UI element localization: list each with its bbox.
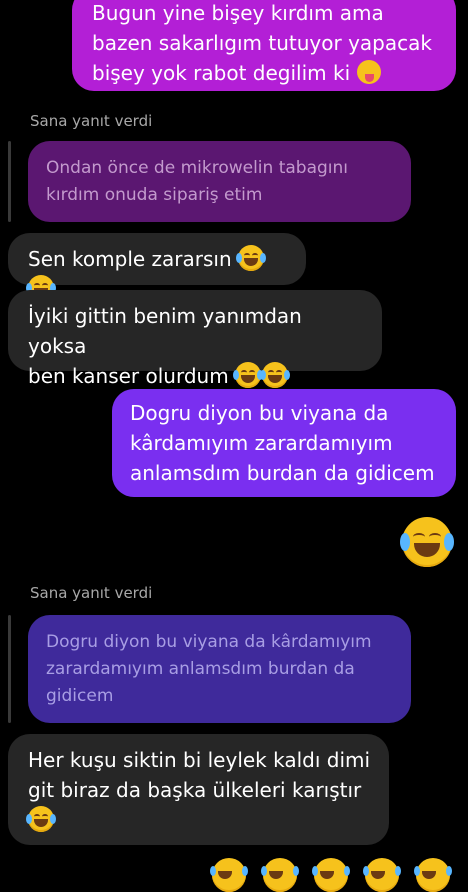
message-line: git biraz da başka ülkeleri karıştır [28,778,362,802]
reply-bar [8,615,11,723]
quote-line: Dogru diyon bu viyana da kârdamıyım [46,632,372,652]
outgoing-message[interactable]: Bugun yine bişey kırdım ama bazen sakarl… [72,0,456,91]
incoming-message[interactable]: İyiki gittin benim yanımdan yoksa ben ka… [8,290,382,388]
quote-line: kırdım onuda sipariş etim [46,185,263,205]
emoji-message[interactable] [400,517,454,567]
face-with-tears-of-joy-icon [363,858,401,892]
quote-line: zarardamıyım anlamsdım burdan da [46,659,355,679]
quoted-message[interactable]: Ondan önce de mikrowelin tabagını kırdım… [28,141,411,222]
face-with-tears-of-joy-icon [210,858,248,892]
message-line: Bugun yine bişey kırdım ama [92,1,384,25]
emoji-message[interactable] [210,858,452,892]
incoming-message[interactable]: Sen komple zararsın [8,233,306,301]
face-with-tears-of-joy-icon [260,362,291,388]
incoming-message[interactable]: Her kuşu siktin bi leylek kaldı dimi git… [8,734,389,845]
quote-line: gidicem [46,686,114,706]
message-text: ben kanser olurdum [28,364,229,388]
face-savoring-food-icon [356,60,381,84]
face-with-tears-of-joy-icon [233,362,264,388]
face-with-tears-of-joy-icon [400,517,454,567]
outgoing-message[interactable]: Dogru diyon bu viyana da kârdamıyım zara… [112,389,456,497]
reply-bar [8,141,11,222]
message-line [26,805,371,835]
message-line: kârdamıyım zarardamıyım [130,431,393,455]
message-line: ben kanser olurdum [28,361,364,391]
message-line: İyiki gittin benim yanımdan yoksa [28,304,302,358]
face-with-tears-of-joy-icon [312,858,350,892]
face-with-tears-of-joy-icon [236,245,267,271]
face-with-tears-of-joy-icon [261,858,299,892]
message-line: Dogru diyon bu viyana da [130,401,389,425]
face-with-tears-of-joy-icon [26,806,56,832]
reply-label: Sana yanıt verdi [30,112,153,130]
quote-line: Ondan önce de mikrowelin tabagını [46,158,349,178]
message-text: Sen komple zararsın [28,247,232,271]
message-line: Her kuşu siktin bi leylek kaldı dimi [28,748,371,772]
message-line: bişey yok rabot degilim ki [92,58,438,88]
message-text: bişey yok rabot degilim ki [92,61,351,85]
message-line: anlamsdım burdan da gidicem [130,461,435,485]
message-line: bazen sakarlıgım tutuyor yapacak [92,31,432,55]
face-with-tears-of-joy-icon [414,858,452,892]
reply-label: Sana yanıt verdi [30,584,153,602]
quoted-message[interactable]: Dogru diyon bu viyana da kârdamıyım zara… [28,615,411,723]
